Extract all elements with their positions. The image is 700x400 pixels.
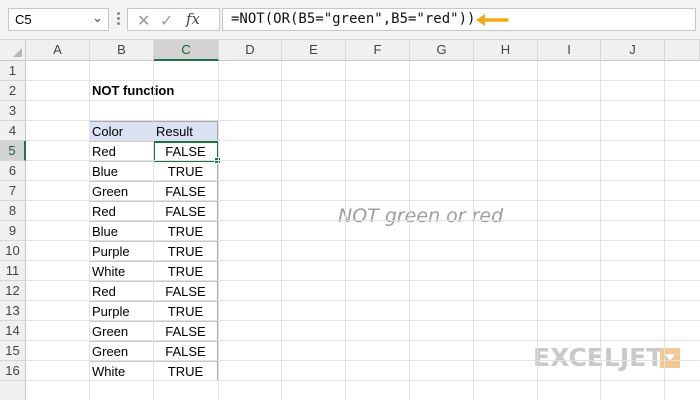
result-cell[interactable]: FALSE <box>154 342 217 361</box>
gridline <box>537 61 538 400</box>
column-header-h[interactable]: H <box>474 40 538 61</box>
color-cell[interactable]: Red <box>92 282 116 301</box>
row-header-5[interactable]: 5 <box>0 141 26 161</box>
row-header-partial[interactable] <box>0 381 26 400</box>
gridline <box>664 61 665 400</box>
formula-input[interactable]: =NOT(OR(B5="green",B5="red")) <box>222 8 696 31</box>
gridline <box>26 340 700 341</box>
row-header-9[interactable]: 9 <box>0 221 26 241</box>
result-cell[interactable]: FALSE <box>154 282 217 301</box>
gridline <box>26 120 700 121</box>
gridline <box>26 200 700 201</box>
column-header-j[interactable]: J <box>601 40 665 61</box>
header-color[interactable]: Color <box>92 122 123 141</box>
drag-handle-icon[interactable] <box>117 10 121 29</box>
result-cell[interactable]: FALSE <box>154 202 217 221</box>
gridline <box>153 61 154 400</box>
gridline <box>26 300 700 301</box>
gridline <box>26 180 700 181</box>
row-header-13[interactable]: 13 <box>0 301 26 321</box>
gridline <box>409 61 410 400</box>
name-box-value: C5 <box>15 12 32 27</box>
column-header-partial[interactable] <box>665 40 700 61</box>
row-header-16[interactable]: 16 <box>0 361 26 381</box>
gridline <box>26 220 700 221</box>
gridline <box>26 360 700 361</box>
color-cell[interactable]: Purple <box>92 302 130 321</box>
gridline <box>26 240 700 241</box>
column-header-a[interactable]: A <box>26 40 90 61</box>
header-result[interactable]: Result <box>156 122 193 141</box>
color-cell[interactable]: Blue <box>92 162 118 181</box>
result-cell[interactable]: TRUE <box>154 262 217 281</box>
cancel-icon[interactable]: ✕ <box>137 11 150 31</box>
gridline <box>26 80 700 81</box>
row-header-8[interactable]: 8 <box>0 201 26 221</box>
gridline <box>473 61 474 400</box>
column-header-d[interactable]: D <box>219 40 282 61</box>
color-cell[interactable]: Green <box>92 182 128 201</box>
enter-icon[interactable]: ✓ <box>160 11 173 31</box>
formula-buttons: ✕ ✓ fx <box>127 8 220 31</box>
result-cell[interactable]: TRUE <box>154 222 217 241</box>
select-all-corner[interactable] <box>0 40 26 61</box>
formula-text: =NOT(OR(B5="green",B5="red")) <box>231 11 476 27</box>
gridline <box>600 61 601 400</box>
row-header-1[interactable]: 1 <box>0 61 26 81</box>
gridline <box>26 260 700 261</box>
row-header-15[interactable]: 15 <box>0 341 26 361</box>
gridline <box>26 380 700 381</box>
logo-text: EXCELJET <box>533 343 664 372</box>
gridline <box>218 61 219 400</box>
color-cell[interactable]: Blue <box>92 222 118 241</box>
gridline <box>345 61 346 400</box>
column-header-b[interactable]: B <box>90 40 154 61</box>
row-header-6[interactable]: 6 <box>0 161 26 181</box>
gridline <box>26 320 700 321</box>
arrow-left-icon <box>476 14 509 26</box>
color-cell[interactable]: White <box>92 262 125 281</box>
name-box[interactable]: C5 ⌄ <box>8 8 109 31</box>
result-cell[interactable]: TRUE <box>154 302 217 321</box>
chevron-down-icon[interactable]: ⌄ <box>92 10 103 26</box>
result-cell[interactable]: TRUE <box>154 362 217 381</box>
gridline <box>26 280 700 281</box>
row-header-4[interactable]: 4 <box>0 121 26 141</box>
selected-cell-c5[interactable] <box>153 141 221 164</box>
gridline <box>26 140 700 141</box>
column-header-c[interactable]: C <box>154 40 219 61</box>
column-header-e[interactable]: E <box>282 40 346 61</box>
color-cell[interactable]: Green <box>92 342 128 361</box>
result-cell[interactable]: TRUE <box>154 242 217 261</box>
formula-bar: C5 ⌄ ✕ ✓ fx =NOT(OR(B5="green",B5="red")… <box>0 0 700 40</box>
color-cell[interactable]: Green <box>92 322 128 341</box>
annotation-note: NOT green or red <box>338 205 504 227</box>
row-header-11[interactable]: 11 <box>0 261 26 281</box>
color-cell[interactable]: Purple <box>92 242 130 261</box>
result-cell[interactable]: FALSE <box>154 322 217 341</box>
row-header-12[interactable]: 12 <box>0 281 26 301</box>
column-header-f[interactable]: F <box>346 40 410 61</box>
column-header-g[interactable]: G <box>410 40 474 61</box>
sheet-title[interactable]: NOT function <box>92 81 174 101</box>
row-header-7[interactable]: 7 <box>0 181 26 201</box>
insert-function-icon[interactable]: fx <box>186 10 200 28</box>
color-cell[interactable]: White <box>92 362 125 381</box>
gridline <box>281 61 282 400</box>
row-header-3[interactable]: 3 <box>0 101 26 121</box>
column-header-i[interactable]: I <box>538 40 601 61</box>
exceljet-logo: EXCELJET <box>533 343 683 373</box>
result-cell[interactable]: FALSE <box>154 182 217 201</box>
result-cell[interactable]: TRUE <box>154 162 217 181</box>
row-header-10[interactable]: 10 <box>0 241 26 261</box>
row-header-2[interactable]: 2 <box>0 81 26 101</box>
row-header-14[interactable]: 14 <box>0 321 26 341</box>
logo-mark-icon <box>660 348 680 368</box>
gridline <box>26 100 700 101</box>
color-cell[interactable]: Red <box>92 202 116 221</box>
gridline <box>89 61 90 400</box>
color-cell[interactable]: Red <box>92 142 116 161</box>
gridline <box>26 160 700 161</box>
